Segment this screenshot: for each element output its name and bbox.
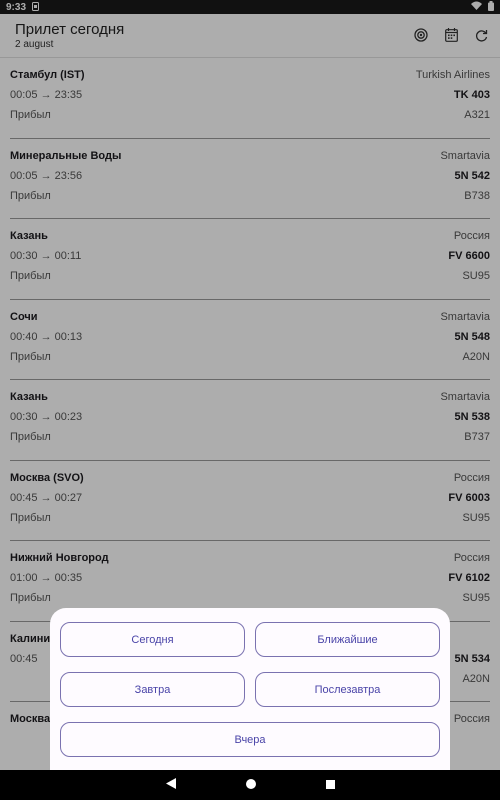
day-after-tomorrow-button[interactable]: Послезавтра bbox=[255, 672, 440, 707]
nearest-button[interactable]: Ближайшие bbox=[255, 622, 440, 657]
recents-icon[interactable] bbox=[325, 776, 335, 794]
yesterday-button[interactable]: Вчера bbox=[60, 722, 440, 757]
system-nav-bar bbox=[0, 770, 500, 800]
tomorrow-button[interactable]: Завтра bbox=[60, 672, 245, 707]
date-picker-sheet: Сегодня Ближайшие Завтра Послезавтра Вче… bbox=[50, 608, 450, 770]
home-icon[interactable] bbox=[245, 776, 256, 794]
today-button[interactable]: Сегодня bbox=[60, 622, 245, 657]
back-icon[interactable] bbox=[165, 776, 176, 794]
